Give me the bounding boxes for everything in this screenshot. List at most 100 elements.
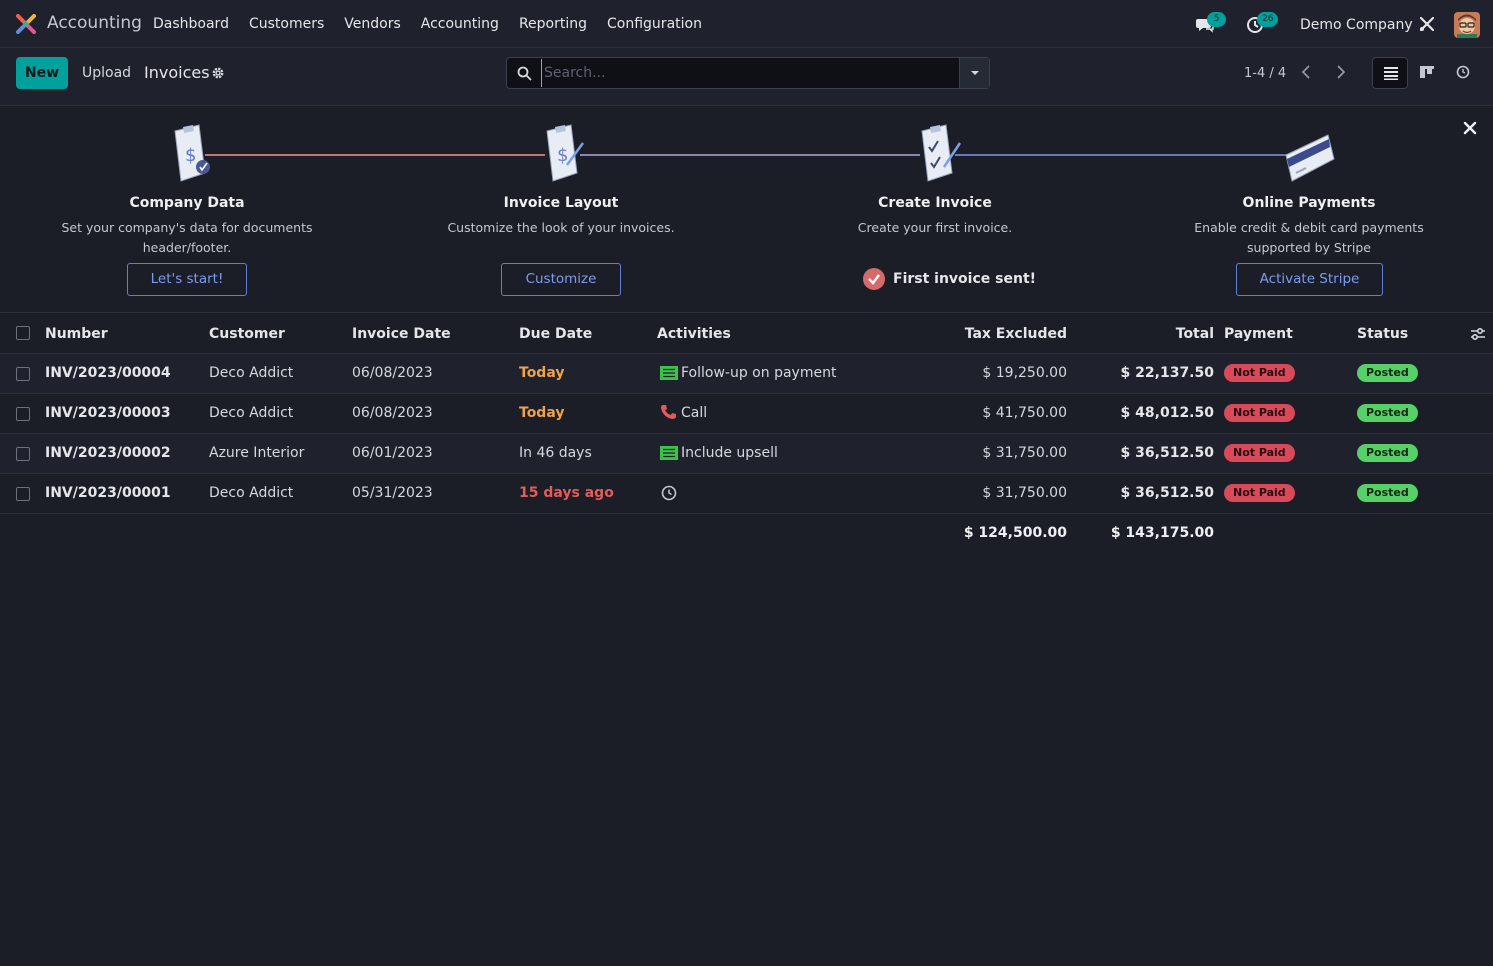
main-menu: Dashboard Customers Vendors Accounting R…	[153, 16, 722, 32]
column-header-payment[interactable]: Payment	[1224, 326, 1293, 342]
search-bar	[506, 57, 990, 89]
step-connector-1	[205, 154, 545, 156]
list-view-icon	[1384, 67, 1398, 80]
accounting-app-icon[interactable]	[16, 14, 36, 34]
app-name[interactable]: Accounting	[47, 13, 142, 33]
tax-excluded-amount: $ 31,750.00	[982, 485, 1067, 501]
customer-name: Deco Addict	[209, 485, 294, 501]
new-button[interactable]: New	[16, 57, 68, 89]
step-desc-invoice-layout: Customize the look of your invoices.	[447, 220, 675, 235]
total-amount: $ 36,512.50	[1120, 485, 1214, 501]
invoice-date: 06/08/2023	[352, 365, 433, 381]
clock-icon	[1456, 65, 1470, 79]
total-amount: $ 36,512.50	[1120, 445, 1214, 461]
activities-count-badge: 26	[1257, 12, 1279, 27]
gear-icon[interactable]	[211, 66, 225, 80]
search-options-toggle[interactable]	[959, 58, 989, 88]
activate-stripe-button[interactable]: Activate Stripe	[1236, 263, 1383, 296]
customer-name: Azure Interior	[209, 445, 305, 461]
caret-down-icon	[971, 71, 979, 75]
customer-name: Deco Addict	[209, 365, 294, 381]
table-row[interactable]: INV/2023/00004 Deco Addict 06/08/2023 To…	[0, 354, 1493, 394]
first-invoice-sent-status: First invoice sent!	[863, 268, 1036, 290]
phone-icon[interactable]	[660, 404, 677, 420]
column-header-status[interactable]: Status	[1357, 326, 1408, 342]
column-header-invoice-date[interactable]: Invoice Date	[352, 326, 451, 342]
tax-excluded-amount: $ 41,750.00	[982, 405, 1067, 421]
kanban-view-icon	[1420, 66, 1434, 78]
menu-item-configuration[interactable]: Configuration	[607, 16, 702, 32]
step-desc-create-invoice: Create your first invoice.	[857, 220, 1013, 235]
check-circle-icon	[863, 268, 885, 290]
invoice-date: 06/01/2023	[352, 445, 433, 461]
payment-status-badge: Not Paid	[1224, 484, 1295, 502]
row-checkbox[interactable]	[16, 367, 30, 381]
pager-value[interactable]: 1-4 / 4	[1244, 66, 1286, 81]
step-connector-3	[955, 154, 1290, 156]
lets-start-button[interactable]: Let's start!	[127, 263, 247, 296]
svg-text:$: $	[185, 145, 196, 166]
chevron-right-icon[interactable]	[1332, 64, 1348, 80]
column-header-activities[interactable]: Activities	[657, 326, 731, 342]
column-header-customer[interactable]: Customer	[209, 326, 285, 342]
payment-status-badge: Not Paid	[1224, 444, 1295, 462]
clipboard-checklist-icon	[921, 124, 962, 182]
menu-item-dashboard[interactable]: Dashboard	[153, 16, 229, 32]
top-navbar: Accounting Dashboard Customers Vendors A…	[0, 0, 1493, 48]
todo-icon[interactable]	[660, 366, 678, 380]
activity-summary[interactable]: Follow-up on payment	[681, 365, 836, 381]
step-title-company-data: Company Data	[129, 195, 245, 211]
activity-summary[interactable]: Call	[681, 405, 707, 421]
svg-text:$: $	[557, 145, 568, 166]
table-row[interactable]: INV/2023/00001 Deco Addict 05/31/2023 15…	[0, 474, 1493, 514]
chevron-left-icon[interactable]	[1299, 64, 1315, 80]
tax-excluded-amount: $ 19,250.00	[982, 365, 1067, 381]
todo-icon[interactable]	[660, 446, 678, 460]
customize-button[interactable]: Customize	[501, 263, 621, 296]
search-icon	[517, 66, 532, 81]
total-amount: $ 22,137.50	[1120, 365, 1214, 381]
close-icon[interactable]	[1462, 120, 1478, 136]
tax-excluded-total: $ 124,500.00	[963, 525, 1067, 541]
menu-item-reporting[interactable]: Reporting	[519, 16, 587, 32]
step-title-online-payments: Online Payments	[1242, 195, 1376, 211]
invoice-number: INV/2023/00004	[45, 365, 171, 381]
table-row[interactable]: INV/2023/00003 Deco Addict 06/08/2023 To…	[0, 394, 1493, 434]
step-title-create-invoice: Create Invoice	[878, 195, 992, 211]
clipboard-dollar-icon: $	[174, 124, 210, 182]
column-header-due-date[interactable]: Due Date	[519, 326, 592, 342]
step-desc-company-data: Set your company's data for documents he…	[61, 220, 313, 255]
select-all-checkbox[interactable]	[16, 326, 30, 340]
credit-card-icon	[1285, 134, 1335, 182]
upload-button[interactable]: Upload	[82, 65, 131, 81]
column-header-tax-excluded[interactable]: Tax Excluded	[965, 326, 1067, 342]
due-date: Today	[519, 405, 565, 421]
due-date: In 46 days	[519, 445, 592, 461]
column-header-total[interactable]: Total	[1176, 326, 1214, 342]
activity-view-button[interactable]	[1445, 57, 1481, 89]
menu-item-vendors[interactable]: Vendors	[344, 16, 400, 32]
menu-item-customers[interactable]: Customers	[249, 16, 324, 32]
row-checkbox[interactable]	[16, 447, 30, 461]
onboarding-panel: $ Company Data Set your company's data f…	[0, 106, 1493, 313]
kanban-view-button[interactable]	[1409, 57, 1445, 89]
row-checkbox[interactable]	[16, 407, 30, 421]
step-connector-2	[580, 154, 920, 156]
invoice-date: 05/31/2023	[352, 485, 433, 501]
user-avatar[interactable]	[1454, 12, 1480, 38]
debug-tools-icon[interactable]	[1419, 16, 1435, 32]
user-avatar-image	[1454, 12, 1480, 38]
invoice-number: INV/2023/00002	[45, 445, 171, 461]
column-header-number[interactable]: Number	[45, 326, 108, 342]
search-input[interactable]	[541, 59, 959, 87]
menu-item-accounting[interactable]: Accounting	[421, 16, 499, 32]
optional-columns-icon[interactable]	[1470, 327, 1486, 341]
activity-summary[interactable]: Include upsell	[681, 445, 778, 461]
company-switcher[interactable]: Demo Company	[1300, 17, 1413, 33]
customer-name: Deco Addict	[209, 405, 294, 421]
clock-icon[interactable]	[661, 485, 677, 501]
list-view-button[interactable]	[1372, 57, 1408, 89]
row-checkbox[interactable]	[16, 487, 30, 501]
table-row[interactable]: INV/2023/00002 Azure Interior 06/01/2023…	[0, 434, 1493, 474]
page-title: Invoices	[144, 63, 210, 82]
